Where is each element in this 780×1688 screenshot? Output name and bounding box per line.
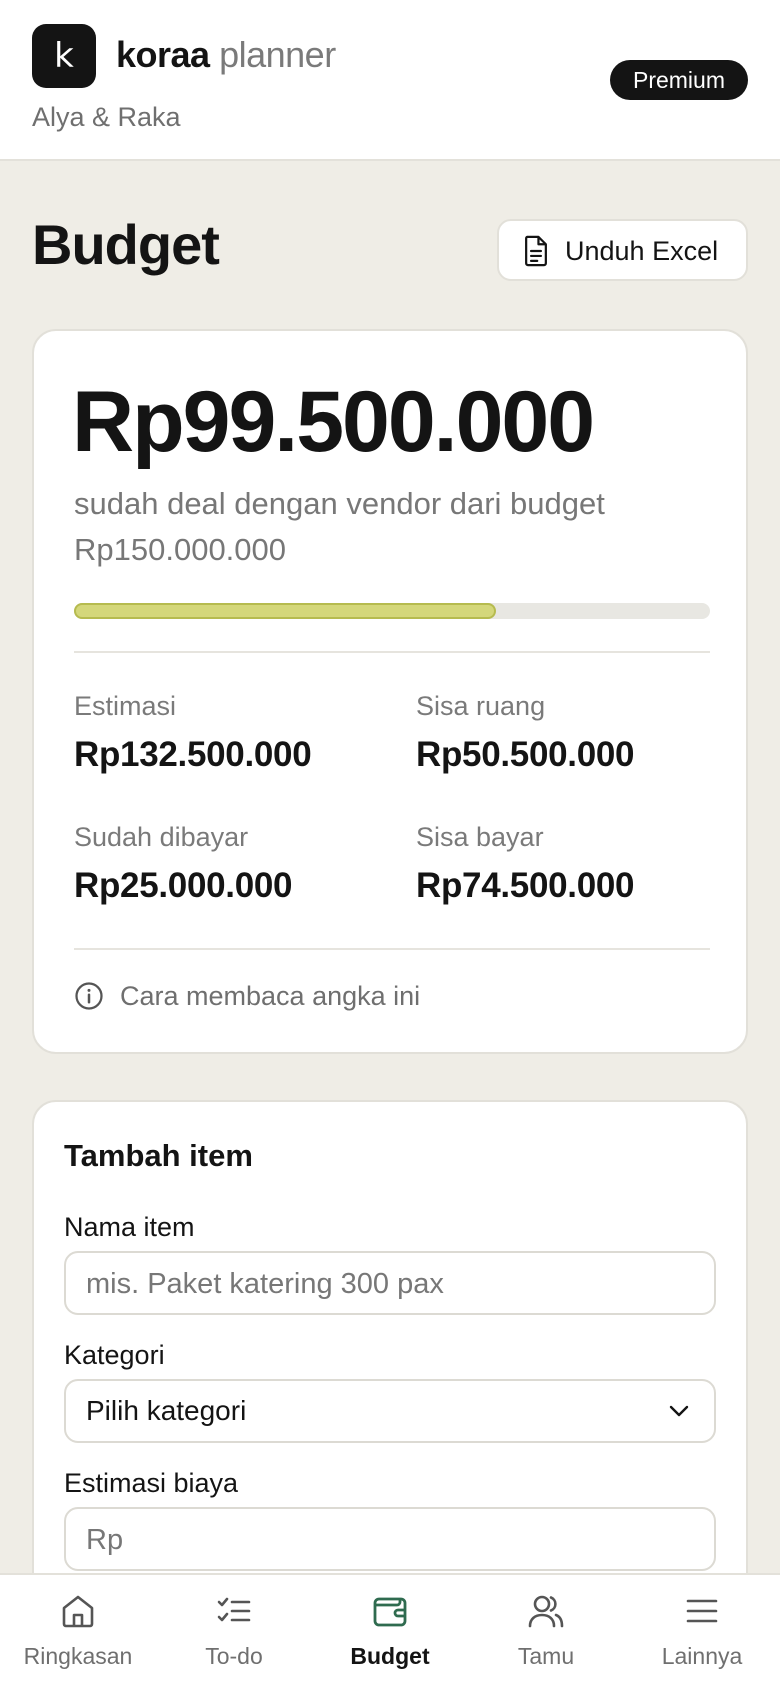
cost-field	[64, 1507, 716, 1571]
item-name-input[interactable]	[86, 1265, 686, 1303]
stat-label-sudah-dibayar: Sudah dibayar	[74, 822, 249, 852]
brand-bold: koraa	[116, 34, 210, 75]
nav-item-lainnya[interactable]: Lainnya	[624, 1575, 780, 1688]
page-title: Budget	[32, 213, 220, 276]
brand-name: koraa planner	[116, 34, 336, 76]
menu-icon	[686, 1599, 718, 1623]
nav-item-budget[interactable]: Budget	[312, 1575, 468, 1688]
item-name-label: Nama item	[64, 1212, 195, 1242]
divider	[74, 651, 710, 653]
budget-progress-fill	[74, 603, 496, 619]
brand-light: planner	[219, 34, 336, 75]
divider	[74, 948, 710, 950]
users-icon	[528, 1595, 564, 1628]
home-icon	[62, 1595, 94, 1628]
app-header: k koraa planner Alya & Raka Premium	[0, 0, 780, 161]
download-excel-button[interactable]: Unduh Excel	[497, 219, 748, 281]
nav-item-ringkasan[interactable]: Ringkasan	[0, 1575, 156, 1688]
wallet-icon	[373, 1597, 407, 1627]
stat-value-sudah-dibayar: Rp25.000.000	[74, 866, 293, 905]
deal-description: sudah deal dengan vendor dari budget Rp1…	[74, 486, 605, 567]
stat-value-sisa-ruang: Rp50.500.000	[416, 735, 635, 774]
category-select-value: Pilih kategori	[86, 1395, 247, 1426]
couple-names: Alya & Raka	[32, 102, 181, 132]
item-name-field	[64, 1251, 716, 1315]
stat-label-estimasi: Estimasi	[74, 691, 177, 721]
budget-progress-bar	[74, 603, 710, 619]
chevron-down-icon	[669, 1405, 689, 1417]
app-logo[interactable]: k	[32, 24, 96, 88]
nav-label: Budget	[350, 1643, 430, 1669]
premium-badge[interactable]: Premium	[610, 60, 748, 100]
cost-input[interactable]	[86, 1521, 686, 1559]
stat-label-sisa-ruang: Sisa ruang	[416, 691, 546, 721]
deal-amount: Rp99.500.000	[72, 374, 595, 470]
nav-label: To-do	[205, 1643, 263, 1669]
nav-item-todo[interactable]: To-do	[156, 1575, 312, 1688]
category-label: Kategori	[64, 1340, 165, 1370]
nav-item-tamu[interactable]: Tamu	[468, 1575, 624, 1688]
nav-label: Tamu	[517, 1643, 575, 1669]
bottom-navigation: Ringkasan To-do Budget Tamu Lainnya	[0, 1573, 780, 1688]
stat-label-sisa-bayar: Sisa bayar	[416, 822, 544, 852]
how-to-read-label: Cara membaca angka ini	[120, 981, 421, 1011]
nav-label: Ringkasan	[23, 1643, 133, 1669]
category-select[interactable]: Pilih kategori	[64, 1379, 716, 1443]
stat-value-estimasi: Rp132.500.000	[74, 735, 312, 774]
nav-label: Lainnya	[661, 1643, 743, 1669]
download-excel-label: Unduh Excel	[565, 236, 719, 266]
stat-value-sisa-bayar: Rp74.500.000	[416, 866, 635, 905]
cost-label: Estimasi biaya	[64, 1468, 239, 1498]
checklist-icon	[217, 1597, 251, 1622]
info-icon	[75, 982, 103, 1010]
budget-summary-card: Rp99.500.000 sudah deal dengan vendor da…	[32, 329, 748, 1054]
add-item-title: Tambah item	[64, 1138, 253, 1173]
document-icon	[525, 235, 547, 267]
